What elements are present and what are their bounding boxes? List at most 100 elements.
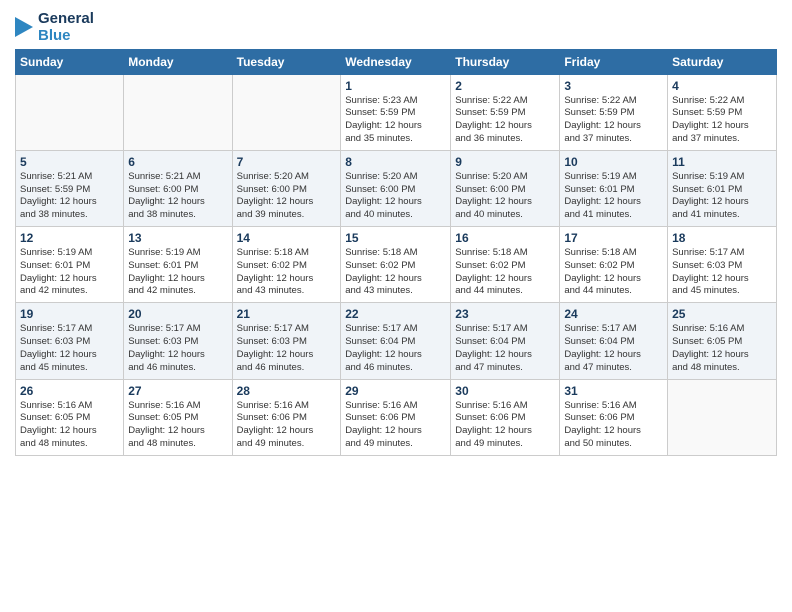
- day-number: 14: [237, 231, 337, 245]
- calendar-table: SundayMondayTuesdayWednesdayThursdayFrid…: [15, 49, 777, 456]
- week-row-3: 12 Sunrise: 5:19 AM Sunset: 6:01 PM Dayli…: [16, 227, 777, 303]
- day-cell: 27 Sunrise: 5:16 AM Sunset: 6:05 PM Dayli…: [124, 379, 232, 455]
- logo-line1: General: [38, 10, 94, 27]
- day-number: 5: [20, 155, 119, 169]
- day-cell: 26 Sunrise: 5:16 AM Sunset: 6:05 PM Dayli…: [16, 379, 124, 455]
- col-header-tuesday: Tuesday: [232, 49, 341, 74]
- day-info: Sunrise: 5:19 AM Sunset: 6:01 PM Dayligh…: [20, 247, 119, 298]
- day-number: 12: [20, 231, 119, 245]
- day-cell: 7Sunrise: 5:20 AM Sunset: 6:00 PM Daylig…: [232, 150, 341, 226]
- day-info: Sunrise: 5:17 AM Sunset: 6:03 PM Dayligh…: [237, 323, 337, 374]
- day-number: 15: [345, 231, 446, 245]
- day-number: 24: [564, 307, 663, 321]
- logo-container: General Blue: [15, 10, 94, 45]
- day-info: Sunrise: 5:16 AM Sunset: 6:05 PM Dayligh…: [20, 400, 119, 451]
- day-number: 10: [564, 155, 663, 169]
- col-header-sunday: Sunday: [16, 49, 124, 74]
- day-number: 11: [672, 155, 772, 169]
- day-info: Sunrise: 5:17 AM Sunset: 6:04 PM Dayligh…: [455, 323, 555, 374]
- day-cell: 22Sunrise: 5:17 AM Sunset: 6:04 PM Dayli…: [341, 303, 451, 379]
- day-cell: [232, 74, 341, 150]
- day-cell: 23 Sunrise: 5:17 AM Sunset: 6:04 PM Dayli…: [451, 303, 560, 379]
- week-row-1: 1 Sunrise: 5:23 AM Sunset: 5:59 PM Daylig…: [16, 74, 777, 150]
- day-info: Sunrise: 5:18 AM Sunset: 6:02 PM Dayligh…: [455, 247, 555, 298]
- day-cell: [16, 74, 124, 150]
- week-row-2: 5 Sunrise: 5:21 AM Sunset: 5:59 PM Daylig…: [16, 150, 777, 226]
- day-cell: 4 Sunrise: 5:22 AM Sunset: 5:59 PM Daylig…: [668, 74, 777, 150]
- logo: General Blue: [15, 10, 94, 45]
- day-info: Sunrise: 5:16 AM Sunset: 6:06 PM Dayligh…: [237, 400, 337, 451]
- day-info: Sunrise: 5:16 AM Sunset: 6:05 PM Dayligh…: [672, 323, 772, 374]
- day-info: Sunrise: 5:19 AM Sunset: 6:01 PM Dayligh…: [564, 171, 663, 222]
- header: General Blue: [15, 10, 777, 45]
- day-cell: 30Sunrise: 5:16 AM Sunset: 6:06 PM Dayli…: [451, 379, 560, 455]
- day-number: 3: [564, 79, 663, 93]
- day-number: 8: [345, 155, 446, 169]
- day-number: 20: [128, 307, 227, 321]
- day-number: 29: [345, 384, 446, 398]
- day-cell: 18 Sunrise: 5:17 AM Sunset: 6:03 PM Dayli…: [668, 227, 777, 303]
- day-cell: 11Sunrise: 5:19 AM Sunset: 6:01 PM Dayli…: [668, 150, 777, 226]
- week-row-4: 19Sunrise: 5:17 AM Sunset: 6:03 PM Dayli…: [16, 303, 777, 379]
- day-info: Sunrise: 5:21 AM Sunset: 5:59 PM Dayligh…: [20, 171, 119, 222]
- day-cell: 15Sunrise: 5:18 AM Sunset: 6:02 PM Dayli…: [341, 227, 451, 303]
- day-cell: 16 Sunrise: 5:18 AM Sunset: 6:02 PM Dayli…: [451, 227, 560, 303]
- day-cell: 8Sunrise: 5:20 AM Sunset: 6:00 PM Daylig…: [341, 150, 451, 226]
- day-cell: 1 Sunrise: 5:23 AM Sunset: 5:59 PM Daylig…: [341, 74, 451, 150]
- day-cell: 20 Sunrise: 5:17 AM Sunset: 6:03 PM Dayli…: [124, 303, 232, 379]
- col-header-monday: Monday: [124, 49, 232, 74]
- day-number: 9: [455, 155, 555, 169]
- day-info: Sunrise: 5:23 AM Sunset: 5:59 PM Dayligh…: [345, 95, 446, 146]
- day-number: 27: [128, 384, 227, 398]
- day-number: 17: [564, 231, 663, 245]
- day-info: Sunrise: 5:16 AM Sunset: 6:06 PM Dayligh…: [455, 400, 555, 451]
- day-number: 1: [345, 79, 446, 93]
- col-header-friday: Friday: [560, 49, 668, 74]
- day-number: 6: [128, 155, 227, 169]
- logo-line2: Blue: [38, 27, 94, 44]
- day-cell: 24 Sunrise: 5:17 AM Sunset: 6:04 PM Dayli…: [560, 303, 668, 379]
- day-info: Sunrise: 5:20 AM Sunset: 6:00 PM Dayligh…: [455, 171, 555, 222]
- day-info: Sunrise: 5:16 AM Sunset: 6:05 PM Dayligh…: [128, 400, 227, 451]
- day-info: Sunrise: 5:22 AM Sunset: 5:59 PM Dayligh…: [672, 95, 772, 146]
- col-header-saturday: Saturday: [668, 49, 777, 74]
- day-number: 22: [345, 307, 446, 321]
- day-cell: 25 Sunrise: 5:16 AM Sunset: 6:05 PM Dayli…: [668, 303, 777, 379]
- day-cell: 13Sunrise: 5:19 AM Sunset: 6:01 PM Dayli…: [124, 227, 232, 303]
- day-info: Sunrise: 5:21 AM Sunset: 6:00 PM Dayligh…: [128, 171, 227, 222]
- day-cell: 3 Sunrise: 5:22 AM Sunset: 5:59 PM Daylig…: [560, 74, 668, 150]
- header-row: SundayMondayTuesdayWednesdayThursdayFrid…: [16, 49, 777, 74]
- day-cell: 9 Sunrise: 5:20 AM Sunset: 6:00 PM Daylig…: [451, 150, 560, 226]
- day-number: 28: [237, 384, 337, 398]
- col-header-wednesday: Wednesday: [341, 49, 451, 74]
- day-info: Sunrise: 5:18 AM Sunset: 6:02 PM Dayligh…: [564, 247, 663, 298]
- day-cell: 5 Sunrise: 5:21 AM Sunset: 5:59 PM Daylig…: [16, 150, 124, 226]
- day-info: Sunrise: 5:19 AM Sunset: 6:01 PM Dayligh…: [128, 247, 227, 298]
- day-info: Sunrise: 5:17 AM Sunset: 6:03 PM Dayligh…: [672, 247, 772, 298]
- day-info: Sunrise: 5:17 AM Sunset: 6:03 PM Dayligh…: [128, 323, 227, 374]
- day-cell: 19Sunrise: 5:17 AM Sunset: 6:03 PM Dayli…: [16, 303, 124, 379]
- day-cell: 10 Sunrise: 5:19 AM Sunset: 6:01 PM Dayli…: [560, 150, 668, 226]
- day-number: 4: [672, 79, 772, 93]
- day-cell: 31Sunrise: 5:16 AM Sunset: 6:06 PM Dayli…: [560, 379, 668, 455]
- day-number: 23: [455, 307, 555, 321]
- day-number: 16: [455, 231, 555, 245]
- day-number: 25: [672, 307, 772, 321]
- day-number: 18: [672, 231, 772, 245]
- day-number: 26: [20, 384, 119, 398]
- day-cell: 14 Sunrise: 5:18 AM Sunset: 6:02 PM Dayli…: [232, 227, 341, 303]
- day-cell: 29 Sunrise: 5:16 AM Sunset: 6:06 PM Dayli…: [341, 379, 451, 455]
- day-cell: 6 Sunrise: 5:21 AM Sunset: 6:00 PM Daylig…: [124, 150, 232, 226]
- day-info: Sunrise: 5:16 AM Sunset: 6:06 PM Dayligh…: [345, 400, 446, 451]
- day-cell: 2Sunrise: 5:22 AM Sunset: 5:59 PM Daylig…: [451, 74, 560, 150]
- day-number: 31: [564, 384, 663, 398]
- day-info: Sunrise: 5:22 AM Sunset: 5:59 PM Dayligh…: [564, 95, 663, 146]
- day-cell: 12 Sunrise: 5:19 AM Sunset: 6:01 PM Dayli…: [16, 227, 124, 303]
- day-cell: 21Sunrise: 5:17 AM Sunset: 6:03 PM Dayli…: [232, 303, 341, 379]
- day-info: Sunrise: 5:22 AM Sunset: 5:59 PM Dayligh…: [455, 95, 555, 146]
- day-cell: [124, 74, 232, 150]
- day-info: Sunrise: 5:17 AM Sunset: 6:04 PM Dayligh…: [564, 323, 663, 374]
- week-row-5: 26 Sunrise: 5:16 AM Sunset: 6:05 PM Dayli…: [16, 379, 777, 455]
- col-header-thursday: Thursday: [451, 49, 560, 74]
- day-info: Sunrise: 5:18 AM Sunset: 6:02 PM Dayligh…: [237, 247, 337, 298]
